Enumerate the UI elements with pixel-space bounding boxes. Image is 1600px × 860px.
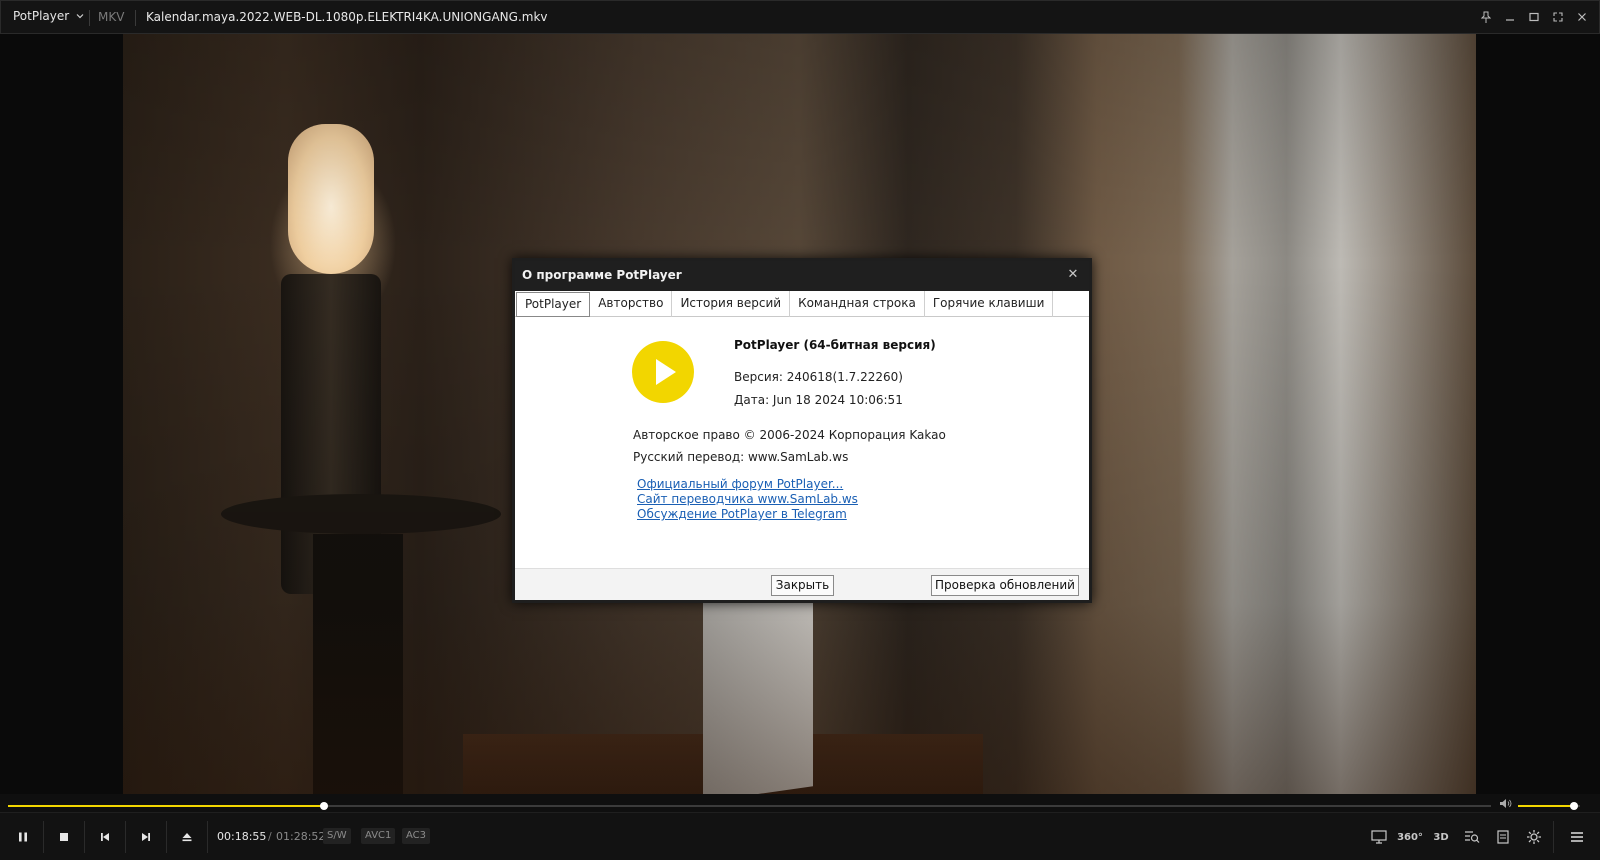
date-text: Дата: Jun 18 2024 10:06:51 xyxy=(734,393,903,407)
volume-level xyxy=(1518,805,1574,807)
video-codec-tag[interactable]: AVC1 xyxy=(361,828,396,844)
pin-icon[interactable] xyxy=(1477,7,1495,27)
skip-next-icon xyxy=(142,833,150,841)
seek-progress xyxy=(8,805,324,807)
maximize-icon[interactable] xyxy=(1525,7,1543,27)
tab-version-history[interactable]: История версий xyxy=(672,291,791,317)
divider xyxy=(207,821,208,853)
menu-icon[interactable] xyxy=(1565,825,1589,849)
previous-button[interactable] xyxy=(91,823,119,851)
tab-potplayer[interactable]: PotPlayer xyxy=(516,292,591,317)
telegram-link[interactable]: Обсуждение PotPlayer в Telegram xyxy=(637,507,847,521)
format-label: MKV xyxy=(98,10,125,24)
control-bar: 00:18:55 / 01:28:52 S/W AVC1 AC3 360° 3D xyxy=(0,812,1600,860)
file-title: Kalendar.maya.2022.WEB-DL.1080p.ELEKTRI4… xyxy=(146,10,548,24)
minimize-icon[interactable] xyxy=(1501,7,1519,27)
cast-icon[interactable] xyxy=(1367,825,1391,849)
seek-handle[interactable] xyxy=(319,802,328,810)
time-separator: / xyxy=(268,830,272,843)
translator-site-link[interactable]: Сайт переводчика www.SamLab.ws xyxy=(637,492,858,506)
version-text: Версия: 240618(1.7.22260) xyxy=(734,370,903,384)
3d-icon[interactable]: 3D xyxy=(1429,825,1453,849)
next-button[interactable] xyxy=(132,823,160,851)
dialog-tabs: PotPlayer Авторство История версий Коман… xyxy=(515,291,1089,317)
current-time[interactable]: 00:18:55 xyxy=(217,830,266,843)
divider xyxy=(43,821,44,853)
potplayer-logo-icon xyxy=(632,341,694,403)
dialog-footer: Закрыть Проверка обновлений xyxy=(515,568,1089,600)
dialog-close-icon[interactable]: ✕ xyxy=(1065,267,1081,283)
seekbar-area xyxy=(0,794,1600,812)
check-updates-button[interactable]: Проверка обновлений xyxy=(931,575,1079,596)
volume-slider[interactable] xyxy=(1518,802,1580,810)
skip-previous-icon xyxy=(101,833,109,841)
divider xyxy=(135,10,136,26)
playlist-search-icon[interactable] xyxy=(1460,825,1484,849)
product-name: PotPlayer (64-битная версия) xyxy=(734,338,936,352)
app-name: PotPlayer xyxy=(13,9,70,23)
close-icon[interactable] xyxy=(1573,7,1591,27)
tab-authorship[interactable]: Авторство xyxy=(590,291,673,317)
fullscreen-icon[interactable] xyxy=(1549,7,1567,27)
dialog-title-bar: О программе PotPlayer ✕ xyxy=(515,261,1089,291)
decoder-tag[interactable]: S/W xyxy=(323,828,351,844)
app-menu-button[interactable]: PotPlayer xyxy=(13,9,85,23)
potplayer-window: PotPlayer MKV Kalendar.maya.2022.WEB-DL.… xyxy=(0,0,1600,860)
forum-link[interactable]: Официальный форум PotPlayer... xyxy=(637,477,843,491)
360-icon[interactable]: 360° xyxy=(1397,825,1423,849)
pause-icon xyxy=(19,832,27,842)
pause-button[interactable] xyxy=(9,823,37,851)
dialog-title: О программе PotPlayer xyxy=(522,268,682,282)
divider xyxy=(125,821,126,853)
translation-text: Русский перевод: www.SamLab.ws xyxy=(633,450,849,464)
stop-icon xyxy=(60,833,68,841)
tab-command-line[interactable]: Командная строка xyxy=(790,291,925,317)
divider xyxy=(84,821,85,853)
stop-button[interactable] xyxy=(50,823,78,851)
total-time[interactable]: 01:28:52 xyxy=(276,830,325,843)
copyright-text: Авторское право © 2006-2024 Корпорация K… xyxy=(633,428,946,442)
divider xyxy=(1553,821,1554,853)
dialog-body: PotPlayer (64-битная версия) Версия: 240… xyxy=(515,317,1089,561)
volume-handle[interactable] xyxy=(1569,802,1578,810)
about-dialog: О программе PotPlayer ✕ PotPlayer Авторс… xyxy=(512,258,1092,603)
eject-icon xyxy=(182,833,192,842)
divider xyxy=(166,821,167,853)
title-bar: PotPlayer MKV Kalendar.maya.2022.WEB-DL.… xyxy=(0,0,1600,34)
window-controls xyxy=(1477,7,1591,27)
eject-button[interactable] xyxy=(173,823,201,851)
seek-bar[interactable] xyxy=(8,802,1491,810)
volume-icon[interactable] xyxy=(1499,798,1512,812)
divider xyxy=(89,10,90,26)
chapter-icon[interactable] xyxy=(1491,825,1515,849)
chevron-down-icon xyxy=(76,14,84,19)
close-button[interactable]: Закрыть xyxy=(771,575,834,596)
tab-hotkeys[interactable]: Горячие клавиши xyxy=(925,291,1054,317)
audio-codec-tag[interactable]: AC3 xyxy=(402,828,431,844)
settings-icon[interactable] xyxy=(1522,825,1546,849)
